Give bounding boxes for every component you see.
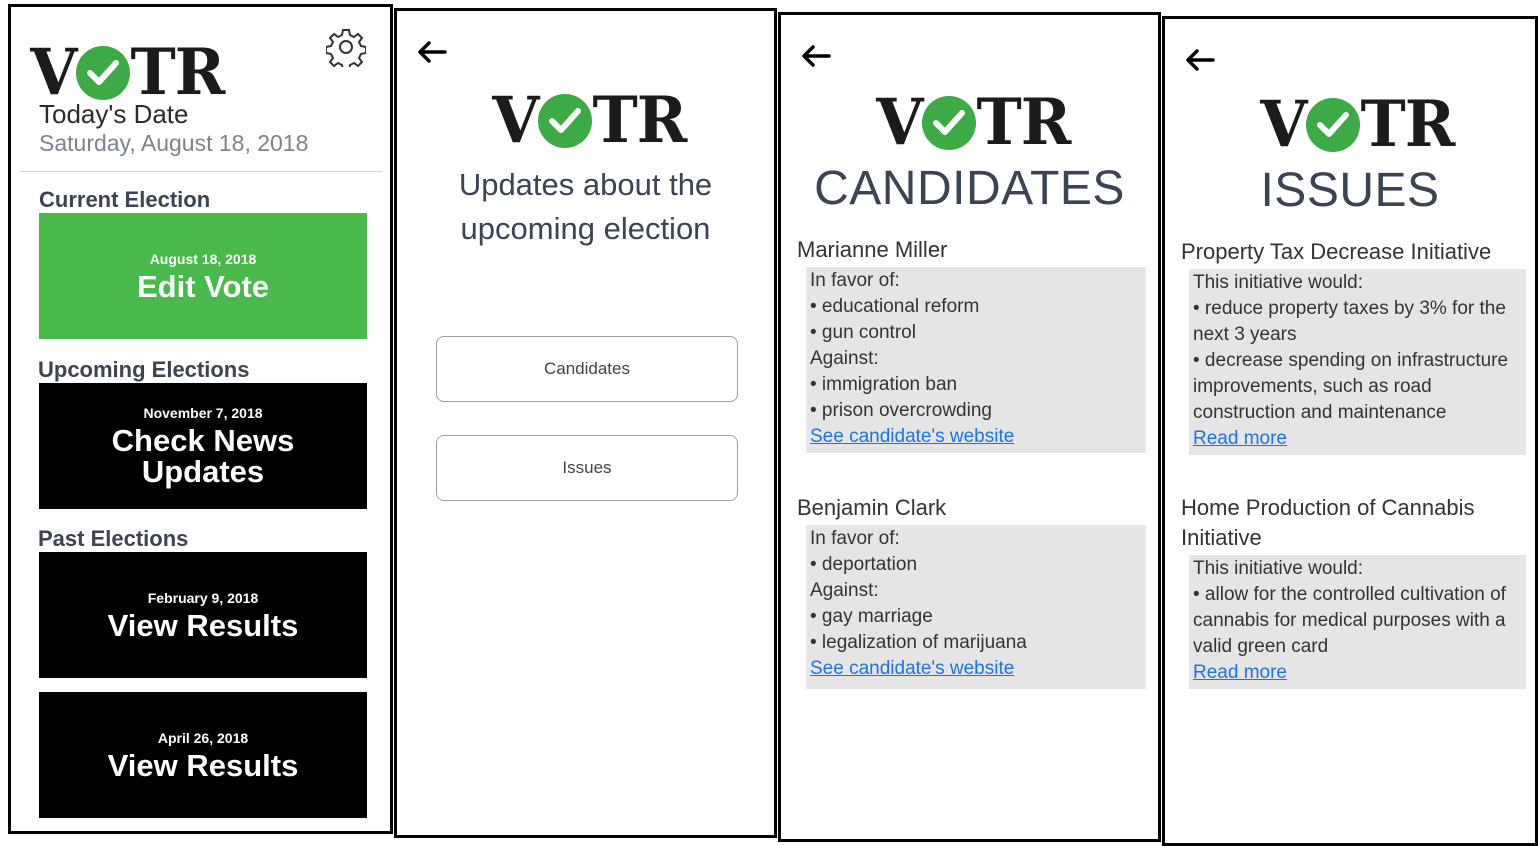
page-title: CANDIDATES	[814, 162, 1125, 215]
issues-button[interactable]: Issues	[436, 435, 738, 501]
tile-label: View Results	[107, 607, 299, 643]
tile-date: November 7, 2018	[143, 405, 263, 421]
candidate-card: In favor of: • deportation Against: • ga…	[806, 525, 1146, 689]
divider	[19, 171, 382, 172]
today-date-value: Saturday, August 18, 2018	[39, 130, 309, 156]
candidate-website-link[interactable]: See candidate's website	[810, 426, 1014, 447]
candidate-card: In favor of: • educational reform • gun …	[806, 267, 1146, 453]
votr-logo: V TR	[492, 83, 687, 158]
candidate-name: Benjamin Clark	[797, 495, 947, 520]
votr-logo: V TR	[30, 35, 225, 110]
check-icon	[537, 94, 592, 148]
issue-title: Home Production of Cannabis Initiative	[1181, 495, 1475, 550]
candidate-website-link[interactable]: See candidate's website	[810, 658, 1014, 679]
updates-heading: Updates about the upcoming election	[458, 167, 713, 246]
view-results-button[interactable]: April 26, 2018 View Results	[39, 692, 367, 818]
issue-card: This initiative would: • reduce property…	[1189, 269, 1526, 455]
tile-label: Check News	[111, 423, 295, 458]
candidate-name: Marianne Miller	[797, 237, 948, 262]
upcoming-elections-label: Upcoming Elections	[38, 357, 250, 382]
candidates-screen: V TR CANDIDATES Marianne Miller In favor…	[778, 12, 1161, 842]
check-icon	[1305, 98, 1360, 152]
check-icon	[921, 96, 976, 150]
today-date-label: Today's Date	[39, 99, 189, 129]
check-icon	[75, 46, 130, 100]
tile-date: August 18, 2018	[149, 250, 257, 267]
past-elections-label: Past Elections	[38, 526, 189, 551]
candidates-button[interactable]: Candidates	[436, 336, 738, 402]
tile-label: Edit Vote	[136, 268, 270, 304]
tile-label: View Results	[107, 747, 299, 783]
current-election-label: Current Election	[39, 187, 211, 212]
view-results-button[interactable]: February 9, 2018 View Results	[39, 552, 367, 678]
read-more-link[interactable]: Read more	[1193, 662, 1287, 683]
tile-label: Updates	[141, 454, 265, 489]
arrow-left-icon[interactable]	[799, 41, 833, 71]
tile-date: February 9, 2018	[147, 589, 259, 606]
edit-vote-button[interactable]: August 18, 2018 Edit Vote	[39, 213, 367, 339]
votr-logo: V TR	[1260, 87, 1455, 162]
votr-logo: V TR	[876, 85, 1071, 160]
read-more-link[interactable]: Read more	[1193, 428, 1287, 449]
arrow-left-icon[interactable]	[415, 37, 449, 67]
page-title: ISSUES	[1260, 164, 1440, 217]
home-screen: V TR Today's Date Saturday, August 18, 2…	[8, 4, 393, 834]
check-news-updates-button[interactable]: November 7, 2018 Check News Updates	[39, 383, 367, 509]
issue-title: Property Tax Decrease Initiative	[1181, 239, 1492, 264]
arrow-left-icon[interactable]	[1183, 45, 1217, 75]
tile-date: April 26, 2018	[157, 729, 249, 746]
issue-card: This initiative would: • allow for the c…	[1189, 555, 1526, 689]
issues-screen: V TR ISSUES Property Tax Decrease Initia…	[1162, 16, 1538, 846]
updates-screen: V TR Updates about the upcoming election…	[394, 8, 777, 838]
gear-icon[interactable]	[325, 27, 367, 71]
